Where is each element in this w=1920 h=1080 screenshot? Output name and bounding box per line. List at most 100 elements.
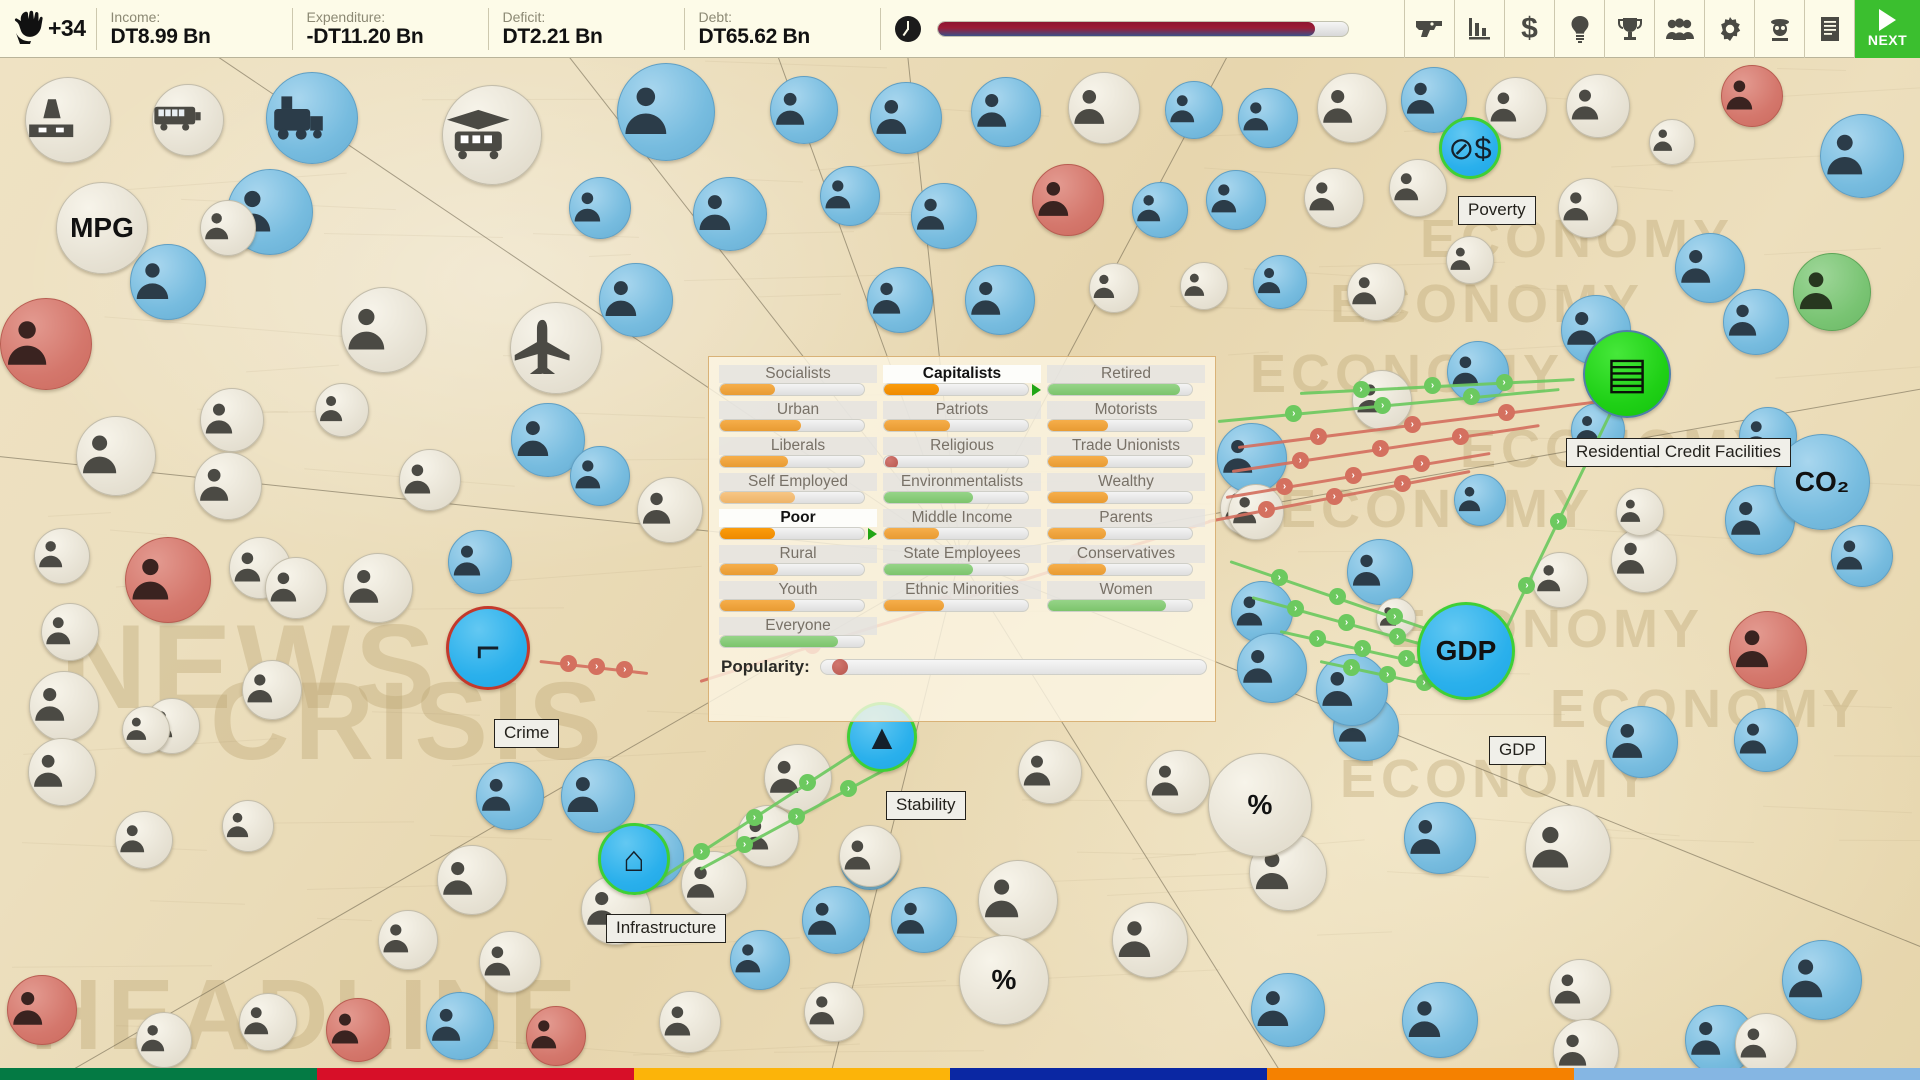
policy-node[interactable] — [1389, 159, 1447, 217]
node-crime[interactable]: ⌐ — [446, 606, 530, 690]
policy-node[interactable] — [194, 452, 262, 520]
voter-group-patriots[interactable]: Patriots — [881, 399, 1043, 435]
policy-node[interactable] — [1146, 750, 1210, 814]
bar-chart-icon[interactable] — [1454, 0, 1504, 58]
policy-node[interactable] — [965, 265, 1035, 335]
voter-group-rural[interactable]: Rural — [717, 543, 879, 579]
dollar-icon[interactable]: $ — [1504, 0, 1554, 58]
policy-node[interactable] — [1237, 633, 1307, 703]
policy-node[interactable] — [200, 388, 264, 452]
policy-node[interactable] — [343, 553, 413, 623]
policy-node[interactable] — [239, 993, 297, 1051]
policy-node[interactable] — [122, 706, 170, 754]
policy-node[interactable] — [442, 85, 542, 185]
policy-node[interactable] — [1616, 488, 1664, 536]
policy-node[interactable] — [561, 759, 635, 833]
policy-node[interactable] — [115, 811, 173, 869]
policy-node[interactable] — [730, 930, 790, 990]
policy-node[interactable] — [1831, 525, 1893, 587]
policy-node[interactable] — [891, 887, 957, 953]
policy-node[interactable] — [1347, 263, 1405, 321]
voter-group-capitalists[interactable]: Capitalists — [881, 363, 1043, 399]
policy-node[interactable] — [599, 263, 673, 337]
voter-group-liberals[interactable]: Liberals — [717, 435, 879, 471]
policy-node[interactable] — [1032, 164, 1104, 236]
policy-node[interactable] — [1454, 474, 1506, 526]
voter-group-self-employed[interactable]: Self Employed — [717, 471, 879, 507]
policy-node[interactable] — [1180, 262, 1228, 310]
policy-node[interactable] — [41, 603, 99, 661]
policy-node[interactable] — [1793, 253, 1871, 331]
policy-node[interactable] — [510, 302, 602, 394]
policy-node[interactable] — [971, 77, 1041, 147]
policy-node[interactable] — [200, 200, 256, 256]
policy-node[interactable] — [1132, 182, 1188, 238]
voter-group-parents[interactable]: Parents — [1045, 507, 1207, 543]
policy-node[interactable] — [326, 998, 390, 1062]
policy-node[interactable] — [1206, 170, 1266, 230]
voter-group-middle-income[interactable]: Middle Income — [881, 507, 1043, 543]
voter-group-retired[interactable]: Retired — [1045, 363, 1207, 399]
voter-group-youth[interactable]: Youth — [717, 579, 879, 615]
policy-node[interactable] — [1558, 178, 1618, 238]
policy-node[interactable] — [34, 528, 90, 584]
policy-node[interactable] — [136, 1012, 192, 1068]
policy-node[interactable] — [1238, 88, 1298, 148]
policy-node[interactable] — [7, 975, 77, 1045]
policy-node[interactable] — [0, 298, 92, 390]
voter-group-wealthy[interactable]: Wealthy — [1045, 471, 1207, 507]
policy-node[interactable] — [242, 660, 302, 720]
node-residential[interactable]: ▤ — [1583, 330, 1671, 418]
policy-node[interactable] — [978, 860, 1058, 940]
policy-node[interactable] — [1317, 73, 1387, 143]
gear-icon[interactable] — [1704, 0, 1754, 58]
policy-node[interactable] — [804, 982, 864, 1042]
policy-node[interactable] — [570, 446, 630, 506]
voter-group-motorists[interactable]: Motorists — [1045, 399, 1207, 435]
node-infrastructure[interactable]: ⌂ — [598, 823, 670, 895]
policy-node[interactable] — [1165, 81, 1223, 139]
policy-node[interactable] — [870, 82, 942, 154]
policy-node[interactable] — [1089, 263, 1139, 313]
policy-node[interactable] — [1525, 805, 1611, 891]
next-turn-button[interactable]: NEXT — [1854, 0, 1920, 58]
gun-icon[interactable] — [1404, 0, 1454, 58]
voter-group-trade-unionists[interactable]: Trade Unionists — [1045, 435, 1207, 471]
voter-group-panel[interactable]: Socialists Capitalists Retired Urban Patriot… — [708, 356, 1216, 722]
policy-node[interactable] — [802, 886, 870, 954]
policy-node[interactable] — [265, 557, 327, 619]
policy-node[interactable] — [1253, 255, 1307, 309]
policy-node[interactable] — [637, 477, 703, 543]
node-gdp[interactable]: GDP — [1417, 602, 1515, 700]
policy-node[interactable] — [378, 910, 438, 970]
policy-node[interactable] — [222, 800, 274, 852]
policy-node[interactable] — [526, 1006, 586, 1066]
policy-node[interactable] — [1553, 1019, 1619, 1068]
policy-node[interactable] — [617, 63, 715, 161]
policy-node[interactable] — [426, 992, 494, 1060]
policy-node[interactable] — [1018, 740, 1082, 804]
policy-node[interactable] — [1649, 119, 1695, 165]
policy-node[interactable] — [867, 267, 933, 333]
policy-node[interactable] — [1112, 902, 1188, 978]
policy-node[interactable] — [28, 738, 96, 806]
policy-node[interactable] — [659, 991, 721, 1053]
policy-node[interactable] — [1404, 802, 1476, 874]
policy-node[interactable] — [341, 287, 427, 373]
policy-node[interactable] — [125, 537, 211, 623]
policy-node[interactable] — [1723, 289, 1789, 355]
policy-node[interactable] — [770, 76, 838, 144]
policy-node[interactable] — [1606, 706, 1678, 778]
policy-node[interactable] — [315, 383, 369, 437]
policy-node[interactable] — [479, 931, 541, 993]
policy-node[interactable] — [1611, 527, 1677, 593]
voter-group-environmentalists[interactable]: Environmentalists — [881, 471, 1043, 507]
voter-group-state-employees[interactable]: State Employees — [881, 543, 1043, 579]
voter-group-women[interactable]: Women — [1045, 579, 1207, 615]
voter-group-ethnic-minorities[interactable]: Ethnic Minorities — [881, 579, 1043, 615]
policy-node[interactable] — [1446, 236, 1494, 284]
policy-node[interactable] — [1402, 982, 1478, 1058]
people-icon[interactable] — [1654, 0, 1704, 58]
policy-node[interactable] — [1304, 168, 1364, 228]
policy-node[interactable] — [1820, 114, 1904, 198]
